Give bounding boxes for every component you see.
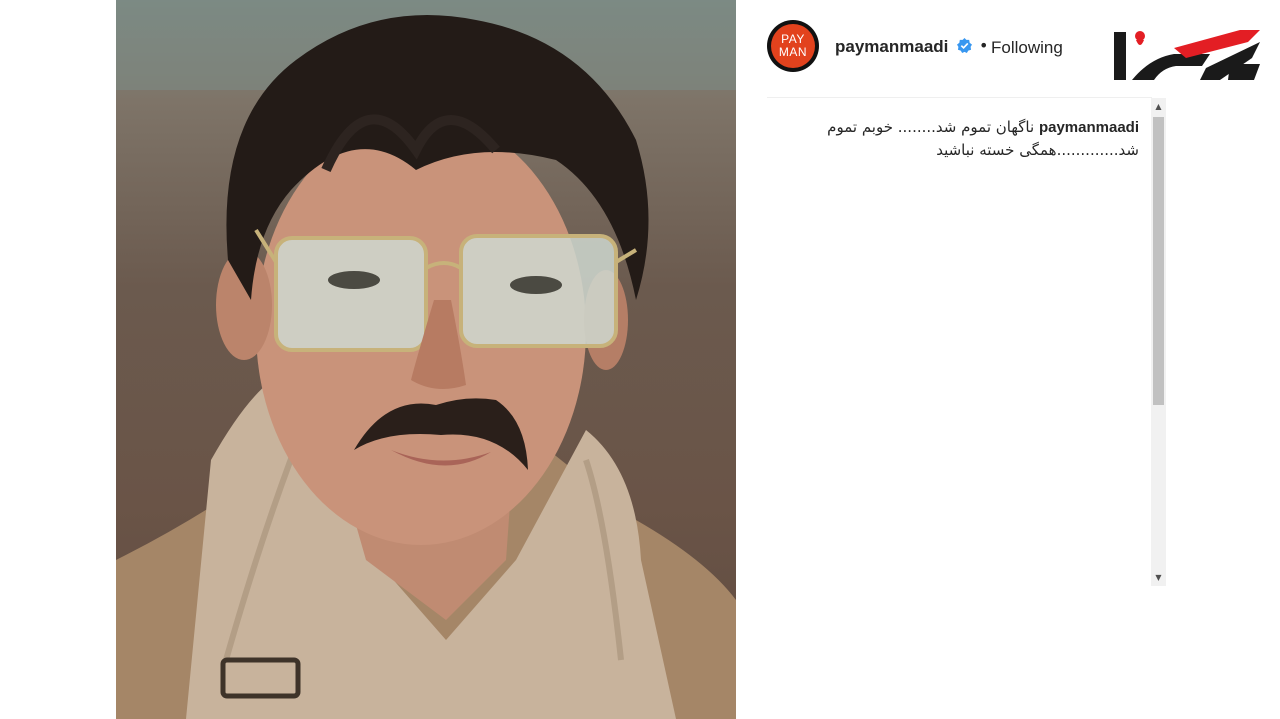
profile-avatar[interactable]: PAY MAN <box>767 20 819 72</box>
site-logo-icon <box>1114 30 1260 80</box>
header-divider <box>767 97 1152 98</box>
separator-dot: • <box>979 36 989 55</box>
avatar-logo: PAY MAN <box>771 24 815 68</box>
scroll-down-arrow-icon[interactable]: ▼ <box>1151 569 1166 586</box>
scroll-up-arrow-icon[interactable]: ▲ <box>1151 98 1166 115</box>
post-photo <box>116 0 736 719</box>
portrait-illustration <box>116 0 736 719</box>
post-caption: paymanmaadi ناگهان تموم شد........ خوبم … <box>767 116 1139 161</box>
following-button[interactable]: Following <box>991 38 1063 58</box>
verified-badge-icon <box>957 38 972 53</box>
username-link[interactable]: paymanmaadi <box>835 37 948 57</box>
avatar-text-bottom: MAN <box>778 45 808 59</box>
post-header: PAY MAN paymanmaadi • Following <box>767 20 1167 76</box>
scrollbar-thumb[interactable] <box>1153 117 1164 405</box>
caption-scrollbar[interactable]: ▲ ▼ <box>1151 98 1166 586</box>
caption-username-link[interactable]: paymanmaadi <box>1039 119 1139 136</box>
